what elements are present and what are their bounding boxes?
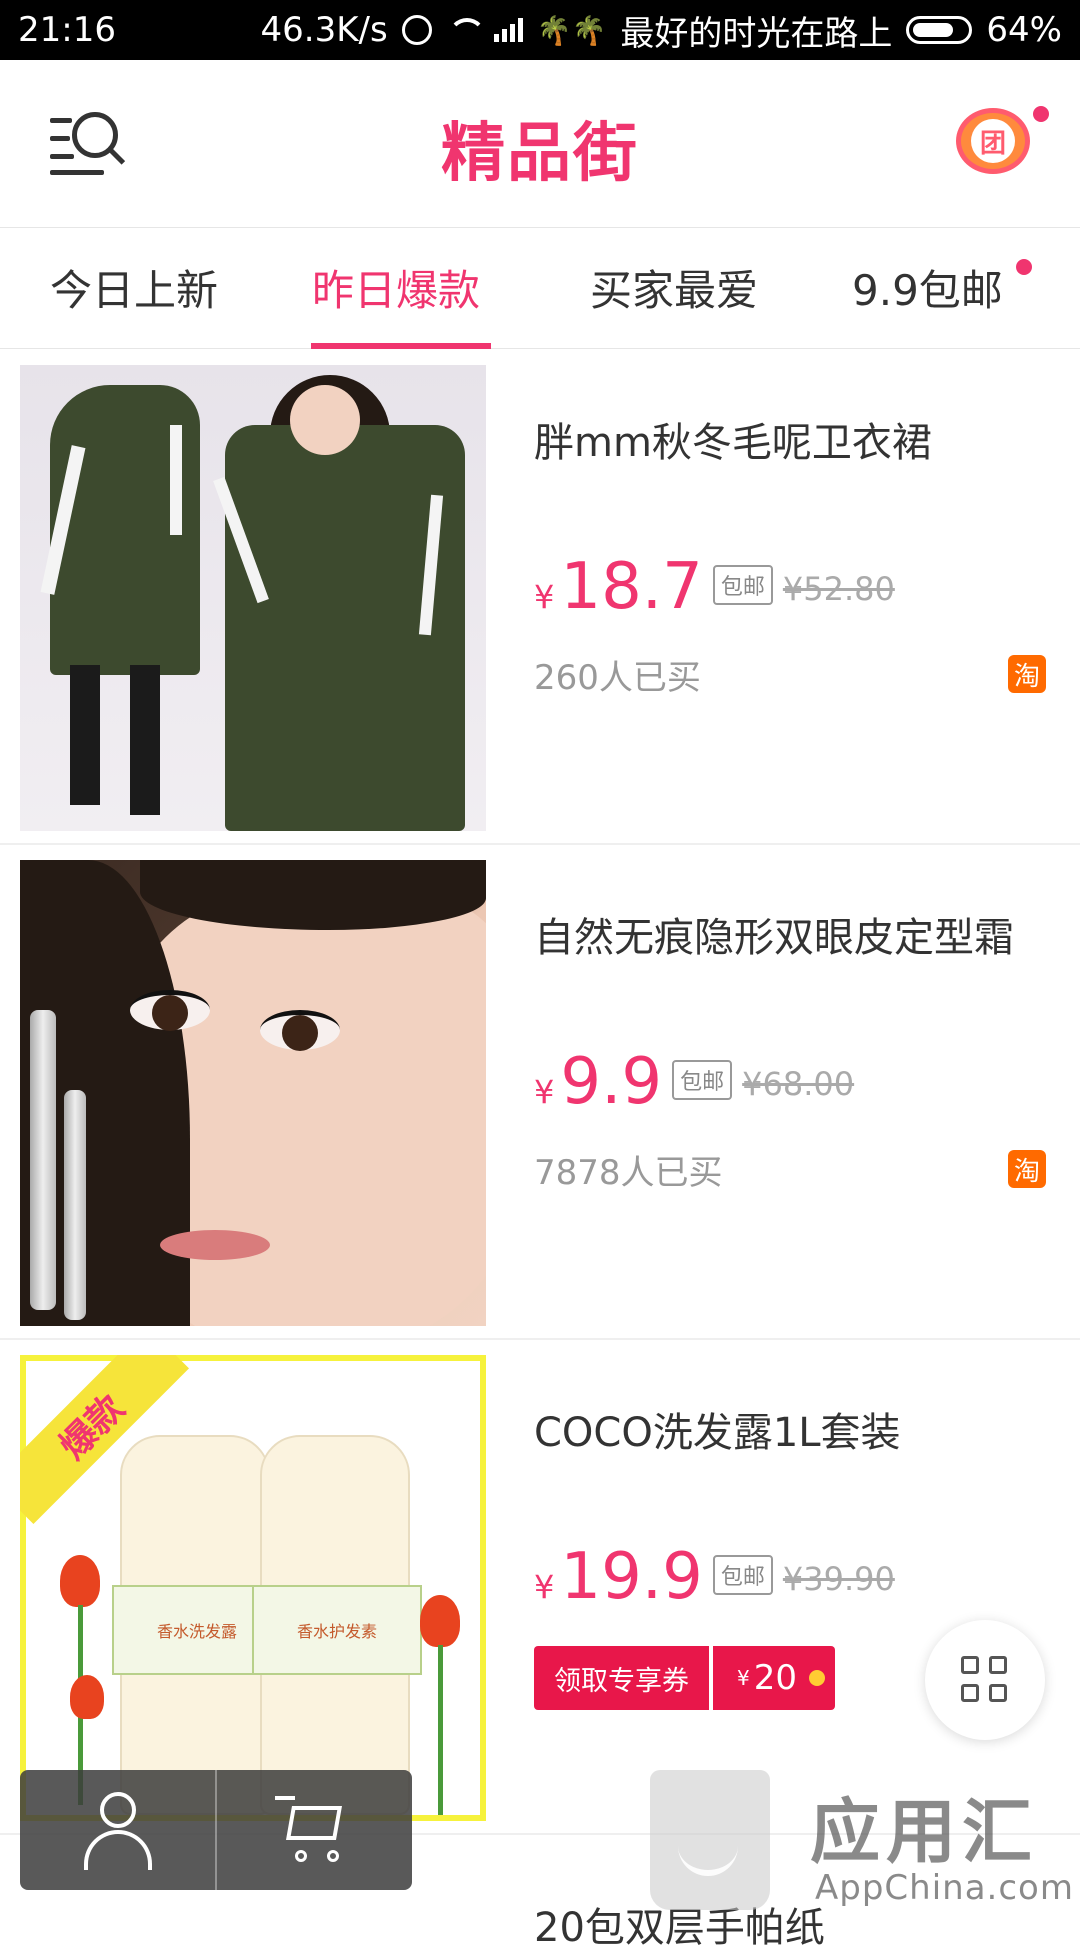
active-tab-indicator [311,343,491,349]
tab-new-dot [1016,259,1032,275]
network-speed: 46.3K/s [260,10,388,50]
palm-tree-icon: 🌴🌴 [536,13,607,47]
notification-dot [1033,106,1049,122]
product-item[interactable]: 胖mm秋冬毛呢卫衣裙 ¥ 18.7 包邮 ¥52.80 260人已买 淘 [0,350,1080,845]
product-item[interactable]: 自然无痕隐形双眼皮定型霜 ¥ 9.9 包邮 ¥68.00 7878人已买 淘 [0,845,1080,1340]
status-bar: 21:16 46.3K/s 🌴🌴 最好的时光在路上 64% [0,0,1080,60]
coupon-dot-icon [809,1670,825,1686]
original-price: ¥68.00 [742,1065,855,1103]
currency-symbol: ¥ [534,578,555,616]
coupon-button[interactable]: 领取专享券 ¥ 20 [534,1646,835,1710]
price-row: ¥ 18.7 包邮 ¥52.80 [534,550,895,624]
group-buy-icon: 团 [971,119,1015,163]
coupon-value: 20 [753,1658,797,1698]
tab-today-new[interactable]: 今日上新 [50,257,218,318]
original-price: ¥39.90 [782,1560,895,1598]
product-image[interactable] [20,365,486,831]
group-buy-button[interactable]: 团 [956,108,1030,174]
current-price: 19.9 [560,1540,703,1614]
user-icon [100,1792,136,1828]
status-time: 21:16 [18,10,116,50]
app-header: 精品街 团 [0,60,1080,228]
wifi-icon [446,18,486,42]
current-price: 9.9 [560,1045,663,1119]
grid-icon [961,1656,979,1674]
currency-symbol: ¥ [534,1073,555,1111]
category-tabs: 今日上新 昨日爆款 买家最爱 9.9包邮 [0,229,1080,349]
product-image[interactable] [20,860,486,1326]
appchina-logo-icon [650,1770,770,1910]
watermark-sub: AppChina.com [815,1868,1074,1908]
current-price: 18.7 [560,550,703,624]
taobao-icon: 淘 [1008,1150,1046,1188]
tab-yesterday-hot[interactable]: 昨日爆款 [312,257,480,318]
product-name[interactable]: COCO洗发露1L套装 [534,1400,901,1458]
signal-icon [493,18,523,42]
original-price: ¥52.80 [782,570,895,608]
battery-percent: 64% [986,10,1062,50]
page-title: 精品街 [441,117,639,191]
free-shipping-badge: 包邮 [712,565,773,605]
product-image[interactable]: 香水洗发露 香水护发素 爆款 [20,1355,486,1821]
taobao-icon: 淘 [1008,655,1046,693]
cart-icon [275,1796,295,1800]
sold-count: 260人已买 [534,658,701,698]
coupon-amount: ¥ 20 [713,1646,835,1710]
appchina-watermark: 应用汇 AppChina.com [640,1740,1080,1920]
battery-icon [906,16,973,44]
price-row: ¥ 9.9 包邮 ¥68.00 [534,1045,854,1119]
currency-symbol: ¥ [534,1568,555,1606]
grid-view-button[interactable] [925,1620,1045,1740]
free-shipping-badge: 包邮 [672,1060,733,1100]
alarm-icon [401,15,432,45]
tab-buyer-favorite[interactable]: 买家最爱 [590,257,758,318]
carrier-text: 最好的时光在路上 [620,13,893,54]
coupon-label: 领取专享券 [534,1646,709,1710]
product-name[interactable]: 自然无痕隐形双眼皮定型霜 [534,905,1014,963]
user-profile-button[interactable] [20,1770,215,1890]
bottom-action-bar [20,1770,412,1890]
watermark-text: 应用汇 [810,1791,1038,1873]
price-row: ¥ 19.9 包邮 ¥39.90 [534,1540,895,1614]
product-name[interactable]: 胖mm秋冬毛呢卫衣裙 [534,410,932,468]
coupon-currency: ¥ [737,1666,750,1690]
cart-button[interactable] [215,1770,412,1890]
sold-count: 7878人已买 [534,1153,723,1193]
free-shipping-badge: 包邮 [712,1555,773,1595]
tab-free-shipping[interactable]: 9.9包邮 [852,257,1003,318]
